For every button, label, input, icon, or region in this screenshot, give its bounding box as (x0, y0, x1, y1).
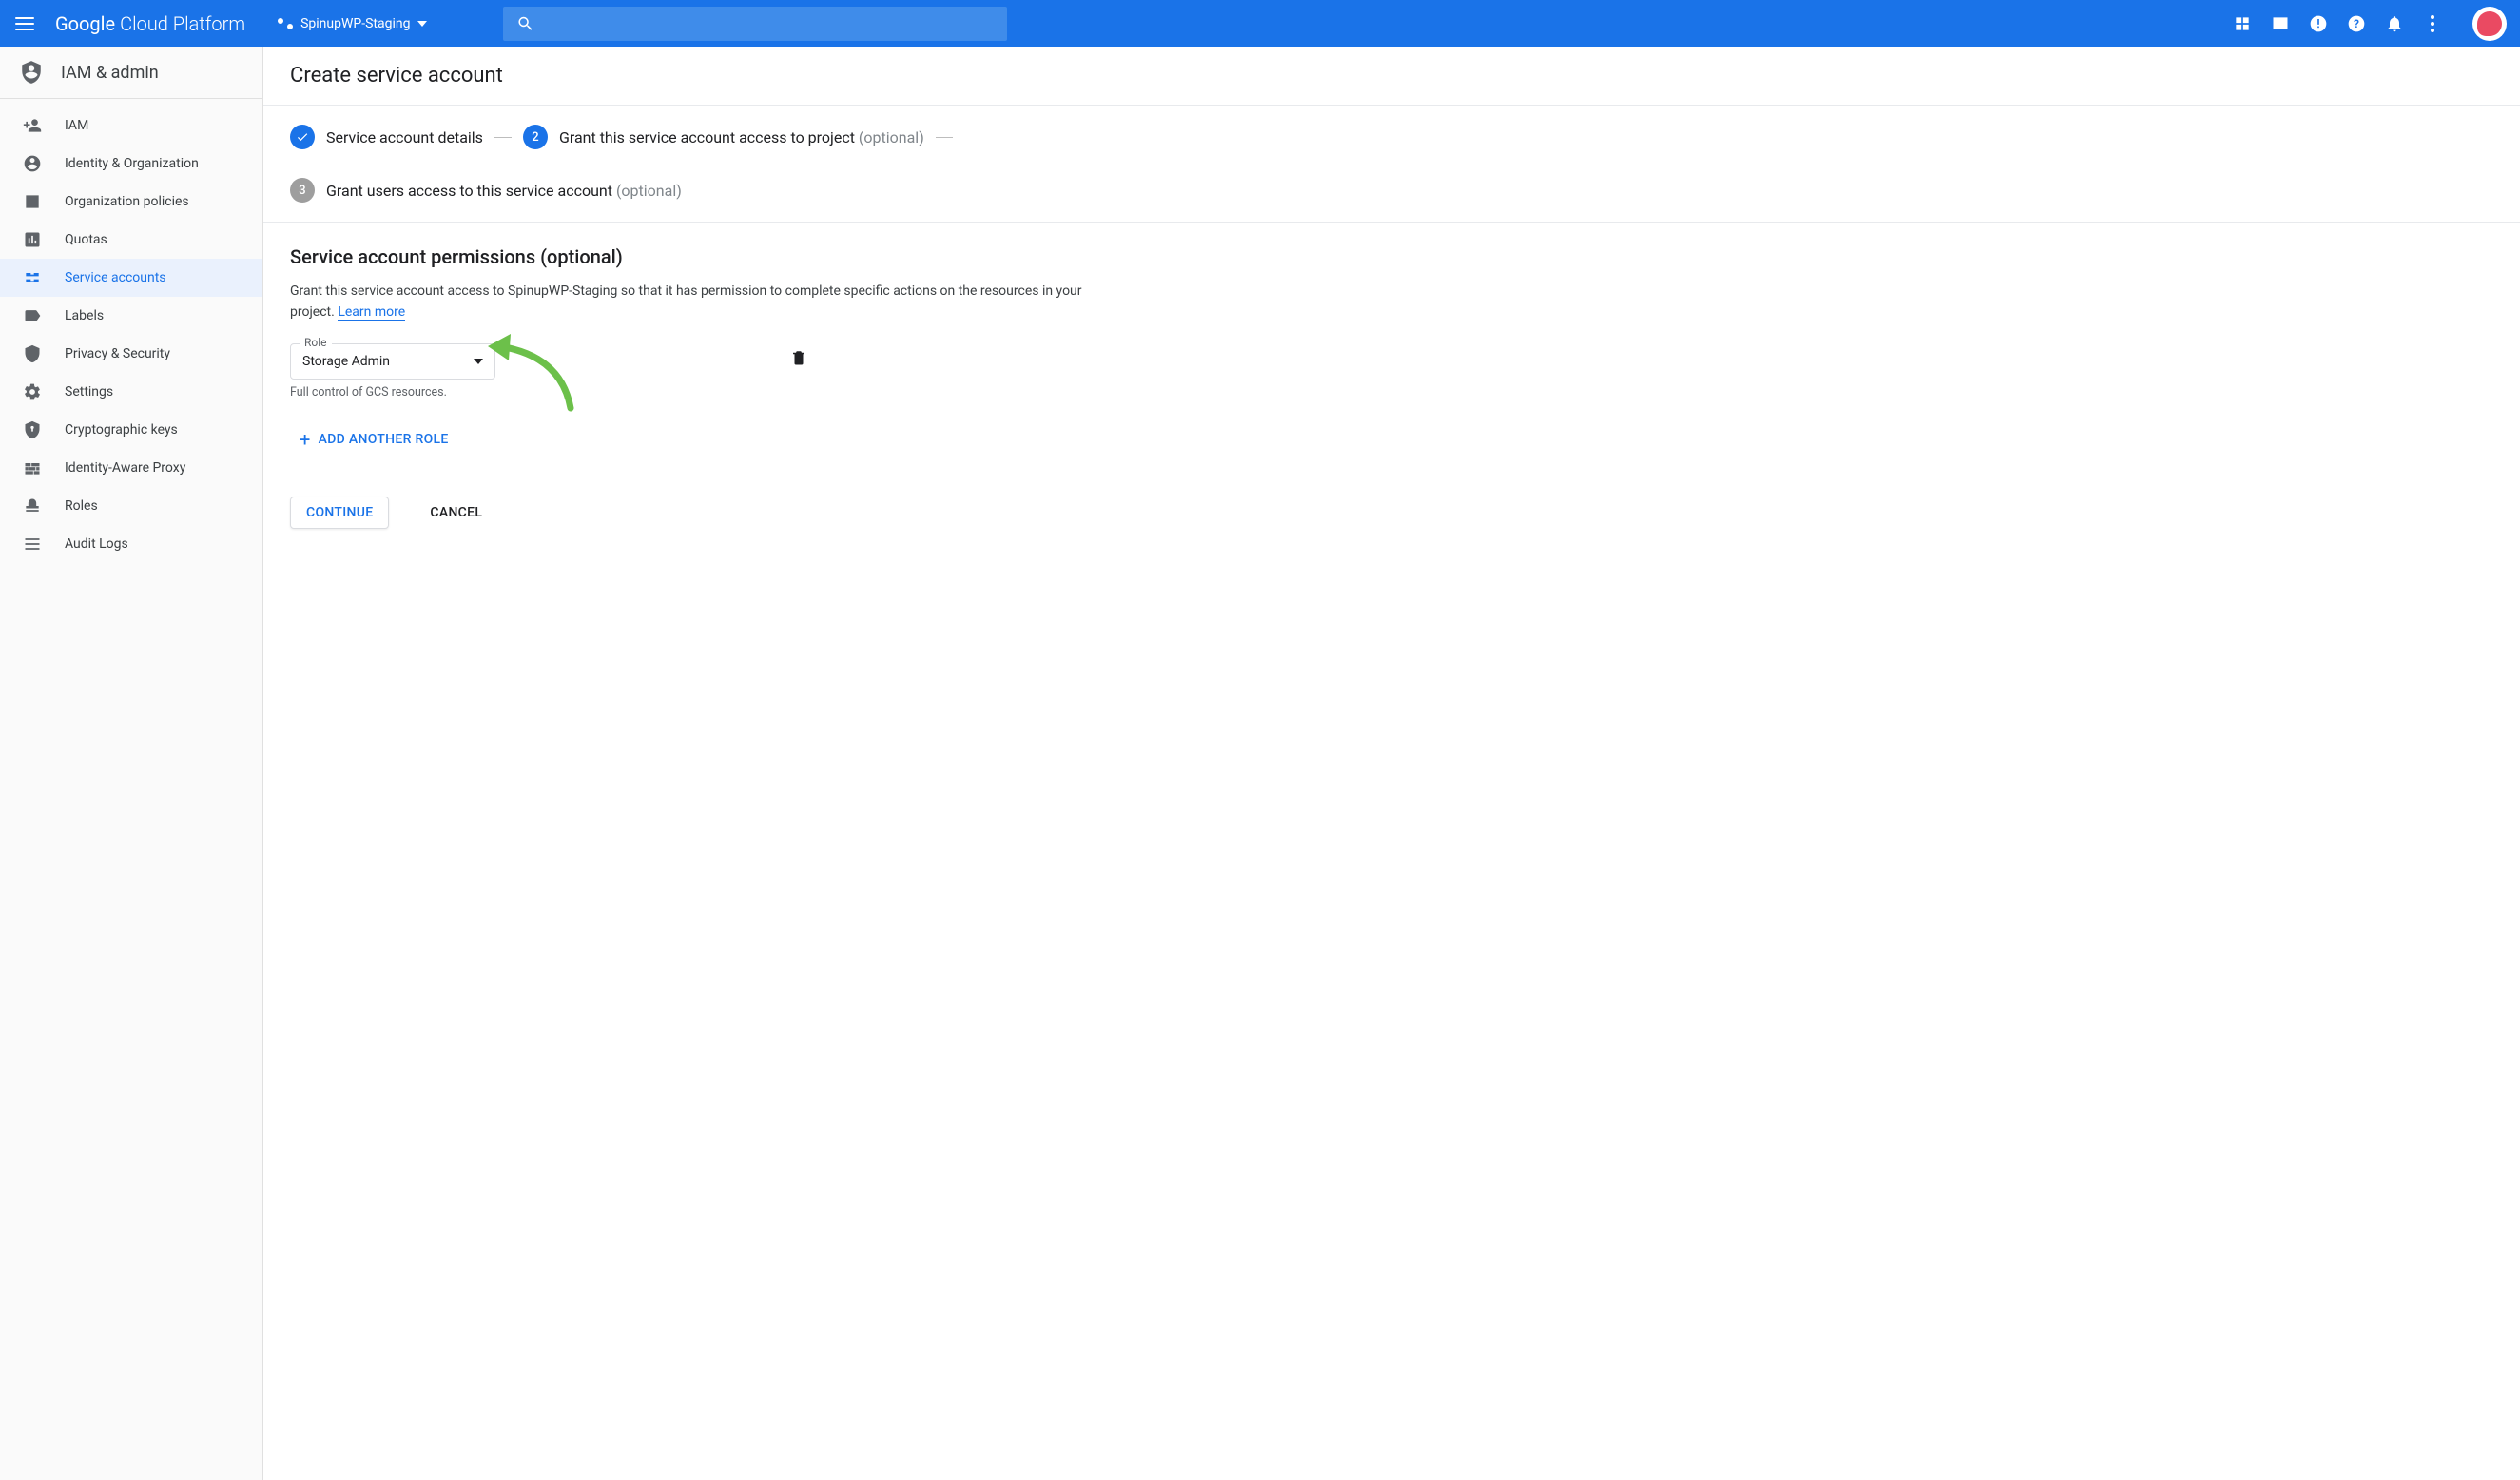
sidebar-item-label: Labels (65, 308, 104, 323)
hat-icon (23, 497, 42, 516)
sidebar-item-labels[interactable]: Labels (0, 297, 262, 335)
shield-icon (23, 344, 42, 363)
add-another-role-button[interactable]: + ADD ANOTHER ROLE (300, 428, 1093, 451)
search-box[interactable] (503, 7, 1007, 41)
stepper: Service account details 2 Grant this ser… (263, 106, 2520, 223)
trash-icon (790, 349, 807, 366)
sidebar-item-label: Cryptographic keys (65, 422, 178, 438)
sidebar-item-privacy[interactable]: Privacy & Security (0, 335, 262, 373)
sidebar-item-label: Organization policies (65, 194, 189, 209)
header-bar: Google Cloud Platform SpinupWP-Staging ? (0, 0, 2520, 47)
caret-down-icon (474, 359, 483, 364)
step2-label: Grant this service account access to pro… (559, 128, 924, 146)
step1-label: Service account details (326, 128, 483, 146)
sidebar-item-settings[interactable]: Settings (0, 373, 262, 411)
main-content: Create service account Service account d… (263, 47, 2520, 1480)
sidebar-item-roles[interactable]: Roles (0, 487, 262, 525)
sidebar-item-iam[interactable]: IAM (0, 107, 262, 145)
person-add-icon (23, 116, 42, 135)
sidebar-item-label: Settings (65, 384, 113, 399)
sidebar-item-label: Identity-Aware Proxy (65, 460, 185, 476)
list-icon (23, 535, 42, 554)
chart-icon (23, 230, 42, 249)
sidebar-item-identity[interactable]: Identity & Organization (0, 145, 262, 183)
sidebar: IAM & admin IAM Identity & Organization … (0, 47, 263, 1480)
sidebar-item-label: Quotas (65, 232, 107, 247)
nav-list: IAM Identity & Organization Organization… (0, 99, 262, 563)
add-role-label: ADD ANOTHER ROLE (319, 432, 449, 447)
sidebar-item-label: Service accounts (65, 270, 166, 285)
sidebar-item-iap[interactable]: Identity-Aware Proxy (0, 449, 262, 487)
sidebar-item-label: Privacy & Security (65, 346, 170, 361)
step-dash-icon (936, 137, 953, 138)
help-icon[interactable]: ? (2347, 14, 2366, 33)
sidebar-header: IAM & admin (0, 47, 262, 99)
sidebar-item-label: Identity & Organization (65, 156, 199, 171)
learn-more-link[interactable]: Learn more (338, 304, 405, 321)
sidebar-item-crypto[interactable]: Cryptographic keys (0, 411, 262, 449)
step2-circle: 2 (523, 125, 548, 149)
sidebar-item-org-policies[interactable]: Organization policies (0, 183, 262, 221)
role-description: Full control of GCS resources. (290, 385, 495, 399)
sidebar-item-label: IAM (65, 118, 88, 133)
cloudshell-icon[interactable] (2271, 14, 2290, 33)
project-picker[interactable]: SpinupWP-Staging (268, 10, 436, 37)
tag-icon (23, 306, 42, 325)
logo-left: Google (55, 12, 115, 35)
continue-button[interactable]: CONTINUE (290, 497, 389, 529)
role-select-value: Storage Admin (302, 354, 390, 369)
iam-admin-icon (19, 60, 44, 85)
overflow-icon[interactable] (2423, 14, 2442, 33)
section-description: Grant this service account access to Spi… (290, 282, 1093, 322)
svg-text:?: ? (2354, 17, 2359, 30)
role-field-label: Role (300, 336, 332, 349)
avatar[interactable] (2472, 7, 2507, 41)
project-dots-icon (278, 16, 293, 31)
logo-right: Cloud Platform (120, 12, 245, 35)
step1-check-icon (290, 125, 315, 149)
gear-icon (23, 382, 42, 401)
page-title: Create service account (263, 47, 2520, 106)
role-select-container: Role Storage Admin (290, 343, 495, 380)
step-dash-icon (494, 137, 512, 138)
service-icon (23, 268, 42, 287)
sidebar-title: IAM & admin (61, 63, 159, 83)
project-name: SpinupWP-Staging (300, 16, 410, 31)
sidebar-item-service-accounts[interactable]: Service accounts (0, 259, 262, 297)
sidebar-item-quotas[interactable]: Quotas (0, 221, 262, 259)
sidebar-item-audit[interactable]: Audit Logs (0, 525, 262, 563)
section-title: Service account permissions (optional) (290, 245, 1093, 268)
alert-icon[interactable] (2309, 14, 2328, 33)
gift-icon[interactable] (2233, 14, 2252, 33)
search-icon (516, 14, 534, 33)
sidebar-item-label: Audit Logs (65, 536, 128, 552)
account-icon (23, 154, 42, 173)
doc-icon (23, 192, 42, 211)
cancel-button[interactable]: CANCEL (414, 497, 498, 529)
platform-logo[interactable]: Google Cloud Platform (55, 12, 245, 35)
step3-circle: 3 (290, 178, 315, 203)
menu-icon[interactable] (13, 12, 36, 35)
sidebar-item-label: Roles (65, 498, 98, 514)
avatar-image (2477, 11, 2502, 36)
bell-icon[interactable] (2385, 14, 2404, 33)
header-icons: ? (2233, 7, 2507, 41)
plus-icon: + (300, 428, 311, 451)
caret-down-icon (417, 21, 427, 27)
wall-icon (23, 458, 42, 477)
delete-role-button[interactable] (790, 349, 807, 366)
key-shield-icon (23, 420, 42, 439)
search-input[interactable] (535, 15, 995, 32)
step3-label: Grant users access to this service accou… (326, 182, 682, 200)
